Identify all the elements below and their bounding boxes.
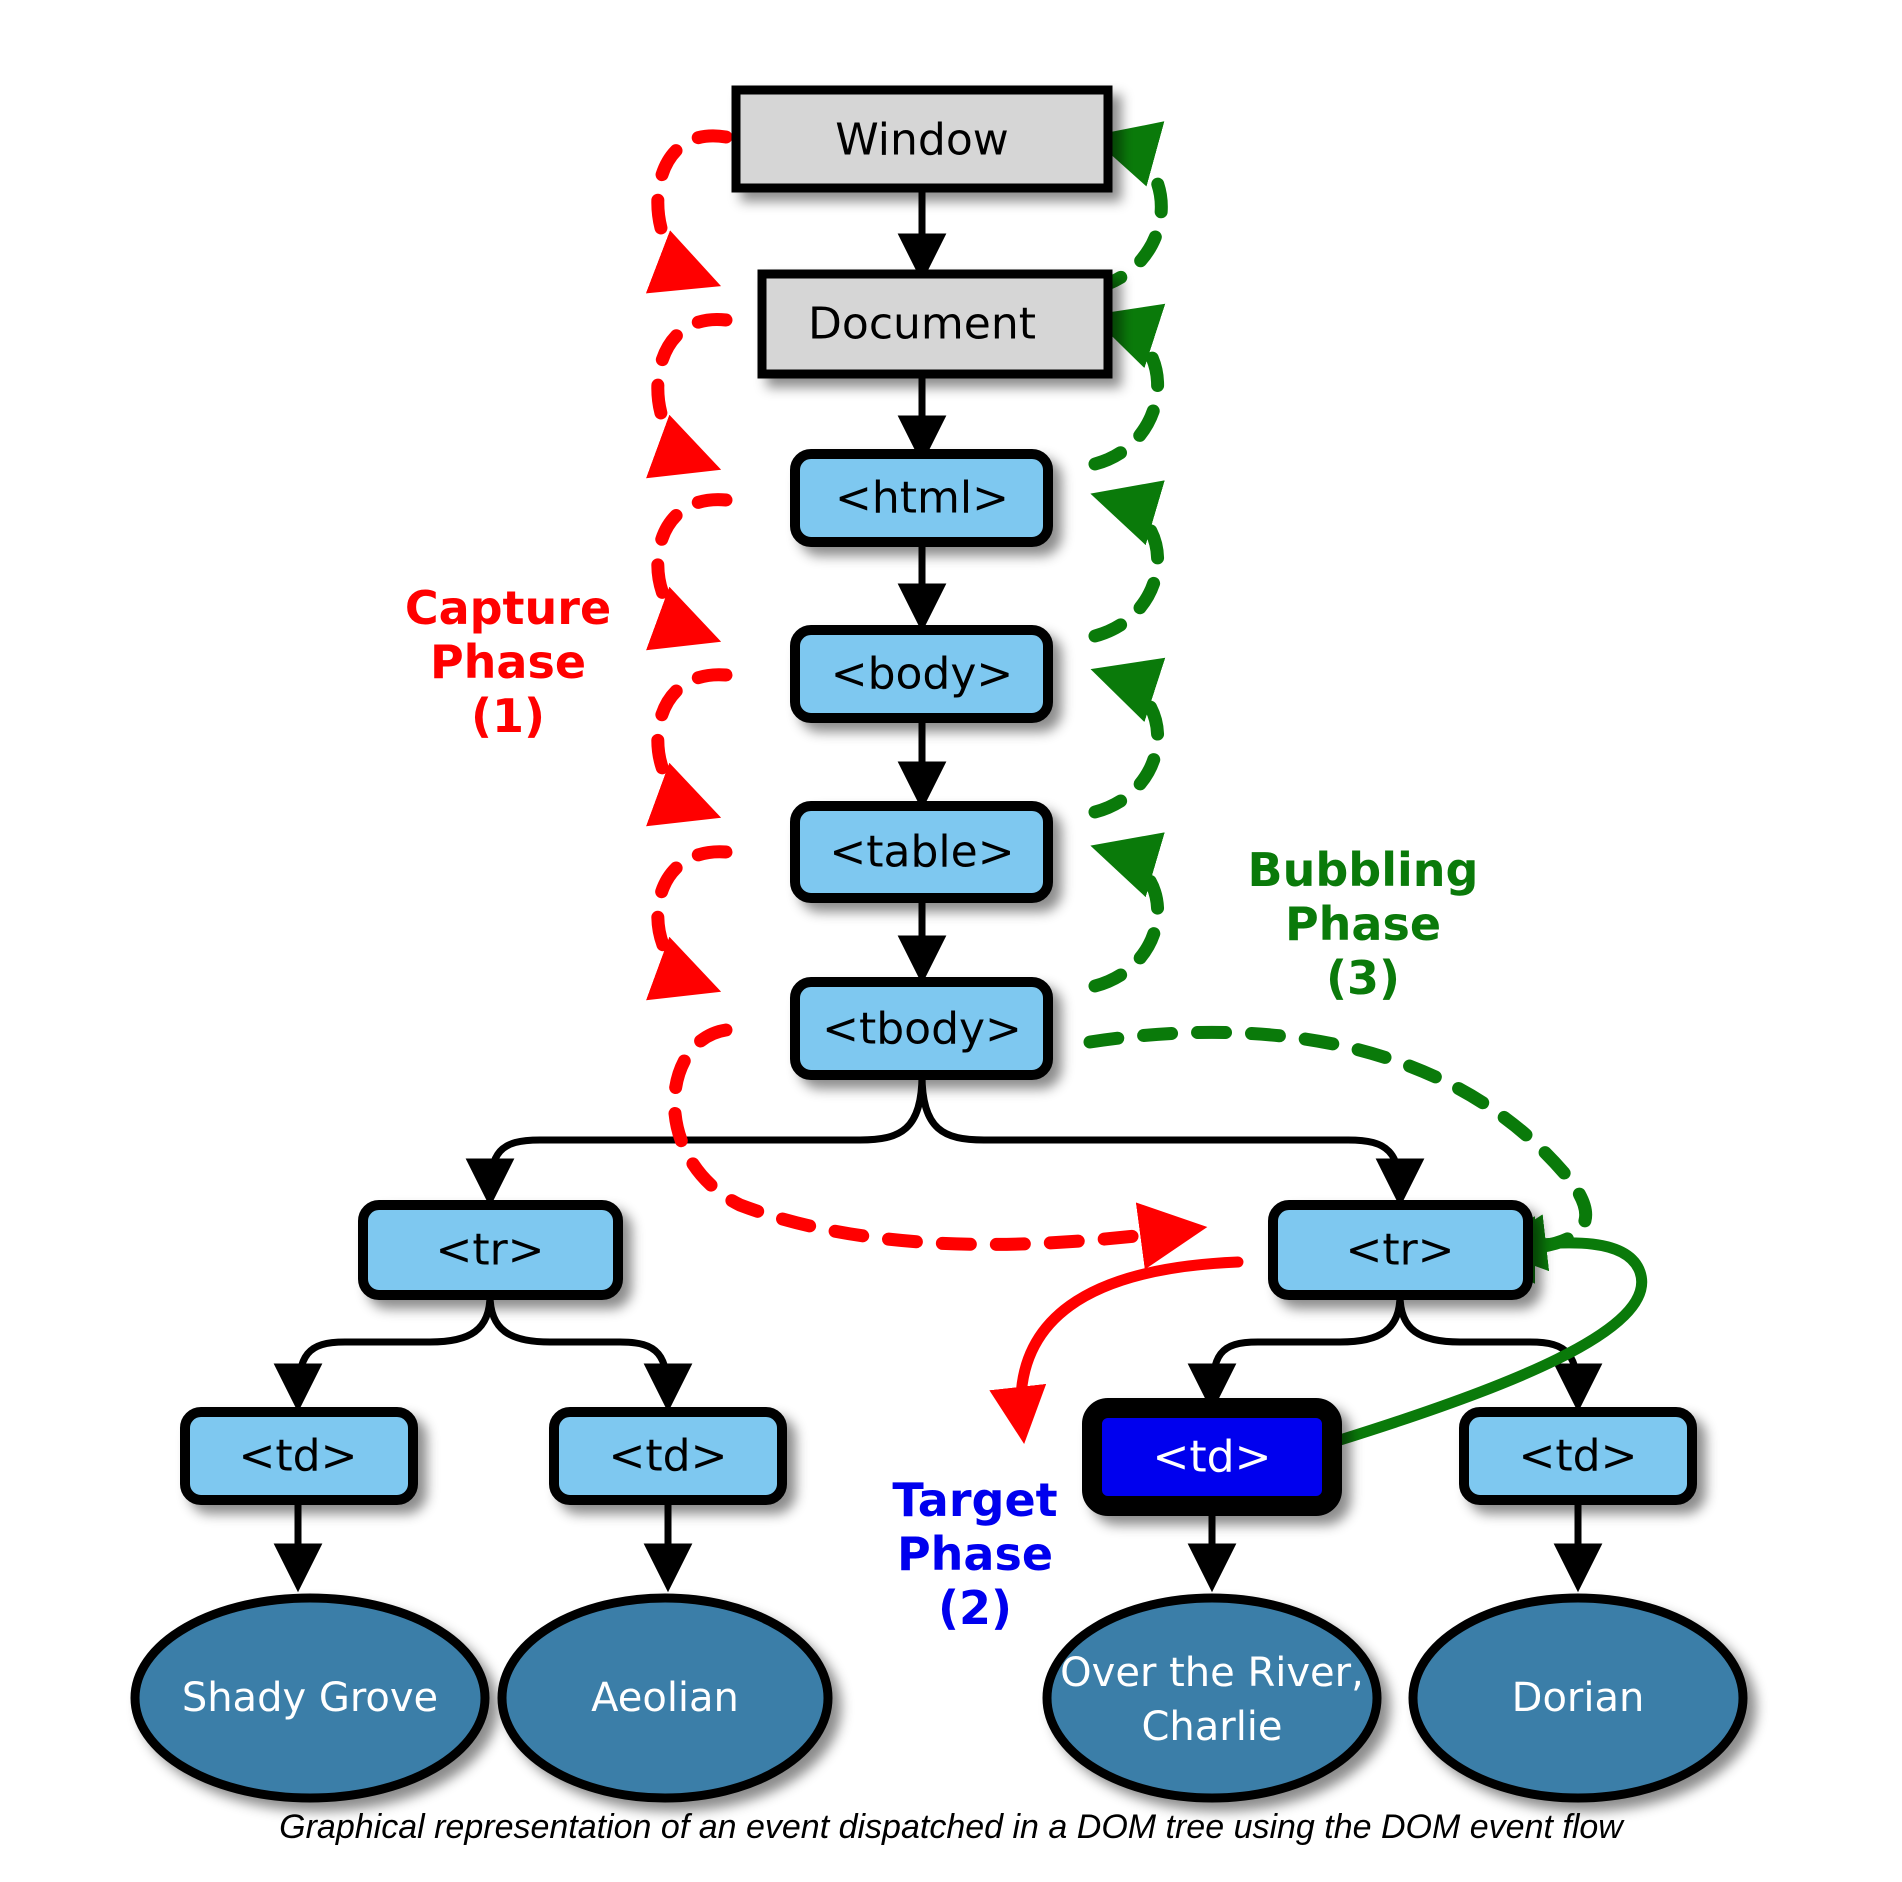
node-td-left-1-label: <td> xyxy=(239,1431,358,1482)
node-td-target-label: <td> xyxy=(1153,1432,1272,1483)
node-document[interactable]: Document xyxy=(757,269,1113,379)
node-text-shady-grove-label: Shady Grove xyxy=(182,1675,438,1721)
dom-event-flow-diagram: Window Document <html> <body> <table> <t… xyxy=(0,0,1902,1882)
label-target-phase-line2: Phase xyxy=(897,1527,1053,1581)
label-bubbling-phase-line3: (3) xyxy=(1326,951,1400,1005)
node-tbody-label: <tbody> xyxy=(822,1004,1022,1055)
node-td-target[interactable]: <td> xyxy=(1082,1398,1342,1516)
node-html-label: <html> xyxy=(835,473,1009,524)
node-tbody[interactable]: <tbody> xyxy=(790,977,1053,1080)
node-tr-right-label: <tr> xyxy=(1345,1225,1454,1276)
node-td-right-2-label: <td> xyxy=(1519,1431,1638,1482)
node-text-dorian[interactable]: Dorian xyxy=(1408,1593,1748,1803)
node-html[interactable]: <html> xyxy=(790,449,1053,547)
node-text-over-the-river-line1: Over the River, xyxy=(1060,1650,1364,1696)
label-bubbling-phase-line1: Bubbling xyxy=(1248,843,1479,897)
node-tr-right[interactable]: <tr> xyxy=(1268,1200,1533,1300)
node-text-aeolian[interactable]: Aeolian xyxy=(497,1593,833,1803)
label-bubbling-phase-line2: Phase xyxy=(1285,897,1441,951)
node-window[interactable]: Window xyxy=(731,85,1113,193)
node-table-label: <table> xyxy=(829,827,1014,878)
node-body[interactable]: <body> xyxy=(790,625,1053,723)
node-td-right-2[interactable]: <td> xyxy=(1459,1407,1697,1505)
node-td-left-1[interactable]: <td> xyxy=(180,1407,418,1505)
label-target-phase-line3: (2) xyxy=(938,1581,1012,1635)
label-target-phase-line1: Target xyxy=(892,1473,1057,1527)
node-text-shady-grove[interactable]: Shady Grove xyxy=(130,1593,490,1803)
node-window-label: Window xyxy=(835,115,1009,166)
node-tr-left-label: <tr> xyxy=(435,1225,544,1276)
node-text-aeolian-label: Aeolian xyxy=(591,1675,739,1721)
node-text-over-the-river-line2: Charlie xyxy=(1141,1704,1282,1750)
label-capture-phase-line1: Capture xyxy=(405,581,611,635)
label-capture-phase-line2: Phase xyxy=(430,635,586,689)
diagram-canvas: Window Document <html> <body> <table> <t… xyxy=(0,0,1902,1882)
node-td-left-2[interactable]: <td> xyxy=(549,1407,787,1505)
label-capture-phase-line3: (1) xyxy=(471,689,545,743)
node-text-over-the-river-ellipse xyxy=(1042,1593,1382,1803)
node-document-label: Document xyxy=(808,299,1036,350)
node-table[interactable]: <table> xyxy=(790,801,1053,903)
diagram-caption: Graphical representation of an event dis… xyxy=(279,1808,1625,1846)
node-body-label: <body> xyxy=(831,649,1014,700)
node-td-left-2-label: <td> xyxy=(609,1431,728,1482)
node-tr-left[interactable]: <tr> xyxy=(358,1200,623,1300)
node-text-dorian-label: Dorian xyxy=(1512,1675,1645,1721)
node-text-over-the-river[interactable]: Over the River, Charlie xyxy=(1042,1593,1382,1803)
